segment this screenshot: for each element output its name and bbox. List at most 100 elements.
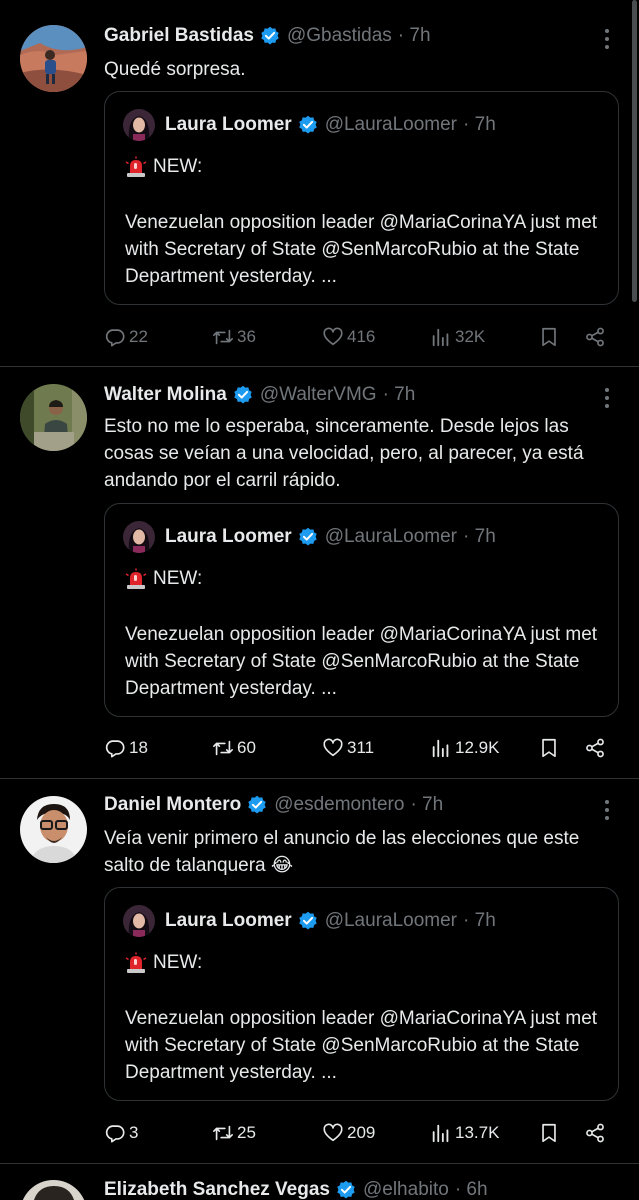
share-button[interactable] — [584, 322, 609, 352]
tweet-text: Veía venir primero el anuncio de las ele… — [104, 828, 580, 876]
author-handle[interactable]: @WalterVMG — [260, 384, 377, 406]
views-button[interactable]: 13.7K — [430, 1118, 499, 1148]
reply-count: 3 — [129, 1123, 139, 1142]
reply-button[interactable]: 3 — [104, 1118, 138, 1148]
share-icon — [586, 1123, 604, 1143]
heart-icon — [323, 1123, 343, 1142]
quoted-tweet[interactable]: Laura Loomer @LauraLoomer · 7h NEW: Vene… — [104, 887, 619, 1101]
bookmark-button[interactable] — [538, 733, 563, 763]
bookmark-button[interactable] — [538, 1118, 563, 1148]
quote-author-name: Laura Loomer — [165, 910, 292, 931]
quote-avatar — [123, 905, 155, 937]
quote-body: Venezuelan opposition leader @MariaCorin… — [125, 1008, 598, 1083]
author-handle[interactable]: @Gbastidas — [287, 25, 392, 47]
tweet[interactable]: Elizabeth Sanchez Vegas @elhabito · 6h — [0, 1164, 639, 1200]
tweet[interactable]: Gabriel Bastidas @Gbastidas · 7h Quedé s… — [0, 0, 639, 367]
more-dots-icon[interactable] — [599, 27, 615, 51]
police-light-icon — [125, 156, 147, 177]
verified-badge-icon — [298, 911, 317, 930]
bar-chart-icon — [432, 739, 449, 758]
tweet-time[interactable]: · 6h — [455, 1179, 488, 1200]
avatar-image — [20, 796, 87, 863]
like-count: 416 — [347, 327, 376, 346]
share-button[interactable] — [584, 1118, 609, 1148]
author-handle[interactable]: @esdemontero — [274, 794, 404, 816]
quote-new-label: NEW: — [153, 952, 203, 973]
views-count: 12.9K — [455, 738, 500, 757]
bookmark-icon — [542, 1123, 556, 1143]
tweet-text: Esto no me lo esperaba, sinceramente. De… — [104, 416, 584, 491]
quote-author-handle: @LauraLoomer — [324, 910, 458, 931]
views-button[interactable]: 12.9K — [430, 733, 499, 763]
views-button[interactable]: 32K — [430, 322, 485, 352]
retweet-count: 60 — [237, 738, 256, 757]
quote-new-label: NEW: — [153, 156, 203, 177]
retweet-button[interactable]: 25 — [212, 1118, 256, 1148]
bookmark-icon — [542, 327, 556, 347]
share-button[interactable] — [584, 733, 609, 763]
reply-count: 18 — [129, 738, 148, 757]
author-handle[interactable]: @elhabito — [363, 1179, 449, 1200]
reply-bubble-icon — [105, 1125, 125, 1143]
retweet-count: 36 — [237, 327, 256, 346]
verified-badge-icon — [261, 26, 279, 45]
avatar[interactable] — [20, 384, 87, 451]
retweet-button[interactable]: 36 — [212, 322, 256, 352]
quote-new-label: NEW: — [153, 568, 203, 589]
tweet-header: Gabriel Bastidas @Gbastidas · 7h — [104, 24, 431, 48]
quote-time: · 7h — [463, 114, 496, 135]
retweet-icon — [213, 329, 233, 345]
more-dots-icon[interactable] — [599, 798, 615, 822]
avatar[interactable] — [20, 1180, 87, 1200]
share-icon — [586, 327, 604, 347]
like-button[interactable]: 311 — [322, 733, 374, 763]
avatar-image — [20, 384, 87, 451]
retweet-icon — [213, 740, 233, 756]
more-dots-icon[interactable] — [599, 386, 615, 410]
quote-new-line: NEW: — [125, 952, 202, 974]
quoted-tweet[interactable]: Laura Loomer @LauraLoomer · 7h NEW: Vene… — [104, 91, 619, 305]
action-bar: 18 60 311 12.9K — [104, 733, 614, 763]
tweet-text: Quedé sorpresa. — [104, 59, 246, 80]
reply-button[interactable]: 18 — [104, 733, 148, 763]
author-name[interactable]: Gabriel Bastidas — [104, 25, 254, 47]
quote-header: Laura Loomer @LauraLoomer · 7h — [123, 109, 496, 141]
retweet-icon — [213, 1125, 233, 1141]
tweet-time[interactable]: · 7h — [383, 384, 416, 406]
retweet-button[interactable]: 60 — [212, 733, 256, 763]
quote-avatar — [123, 521, 155, 553]
reply-bubble-icon — [105, 740, 125, 758]
quote-new-line: NEW: — [125, 568, 202, 590]
quote-author-name: Laura Loomer — [165, 526, 292, 547]
scrollbar[interactable] — [632, 0, 637, 302]
author-name[interactable]: Elizabeth Sanchez Vegas — [104, 1179, 330, 1200]
heart-icon — [323, 327, 343, 346]
tweet-time[interactable]: · 7h — [410, 794, 443, 816]
quote-time: · 7h — [463, 910, 496, 931]
quoted-tweet[interactable]: Laura Loomer @LauraLoomer · 7h NEW: Vene… — [104, 503, 619, 717]
quote-body: Venezuelan opposition leader @MariaCorin… — [125, 212, 598, 287]
avatar-image — [20, 1180, 87, 1200]
quote-avatar — [123, 109, 155, 141]
bookmark-button[interactable] — [538, 322, 563, 352]
avatar-image — [20, 25, 87, 92]
retweet-count: 25 — [237, 1123, 256, 1142]
avatar[interactable] — [20, 25, 87, 92]
like-count: 311 — [347, 738, 375, 757]
tweet[interactable]: Daniel Montero @esdemontero · 7h Veía ve… — [0, 779, 639, 1164]
tweet[interactable]: Walter Molina @WalterVMG · 7h Esto no me… — [0, 367, 639, 779]
tweet-time[interactable]: · 7h — [398, 25, 431, 47]
verified-badge-icon — [234, 385, 252, 404]
author-name[interactable]: Daniel Montero — [104, 794, 241, 816]
reply-button[interactable]: 22 — [104, 322, 148, 352]
quote-author-handle: @LauraLoomer — [324, 114, 458, 135]
like-button[interactable]: 416 — [322, 322, 375, 352]
author-name[interactable]: Walter Molina — [104, 384, 227, 406]
reply-count: 22 — [129, 327, 148, 346]
like-button[interactable]: 209 — [322, 1118, 375, 1148]
verified-badge-icon — [298, 527, 317, 546]
tweet-header: Elizabeth Sanchez Vegas @elhabito · 6h — [104, 1178, 488, 1200]
like-count: 209 — [347, 1123, 376, 1142]
avatar[interactable] — [20, 796, 87, 863]
quote-body: Venezuelan opposition leader @MariaCorin… — [125, 624, 598, 699]
